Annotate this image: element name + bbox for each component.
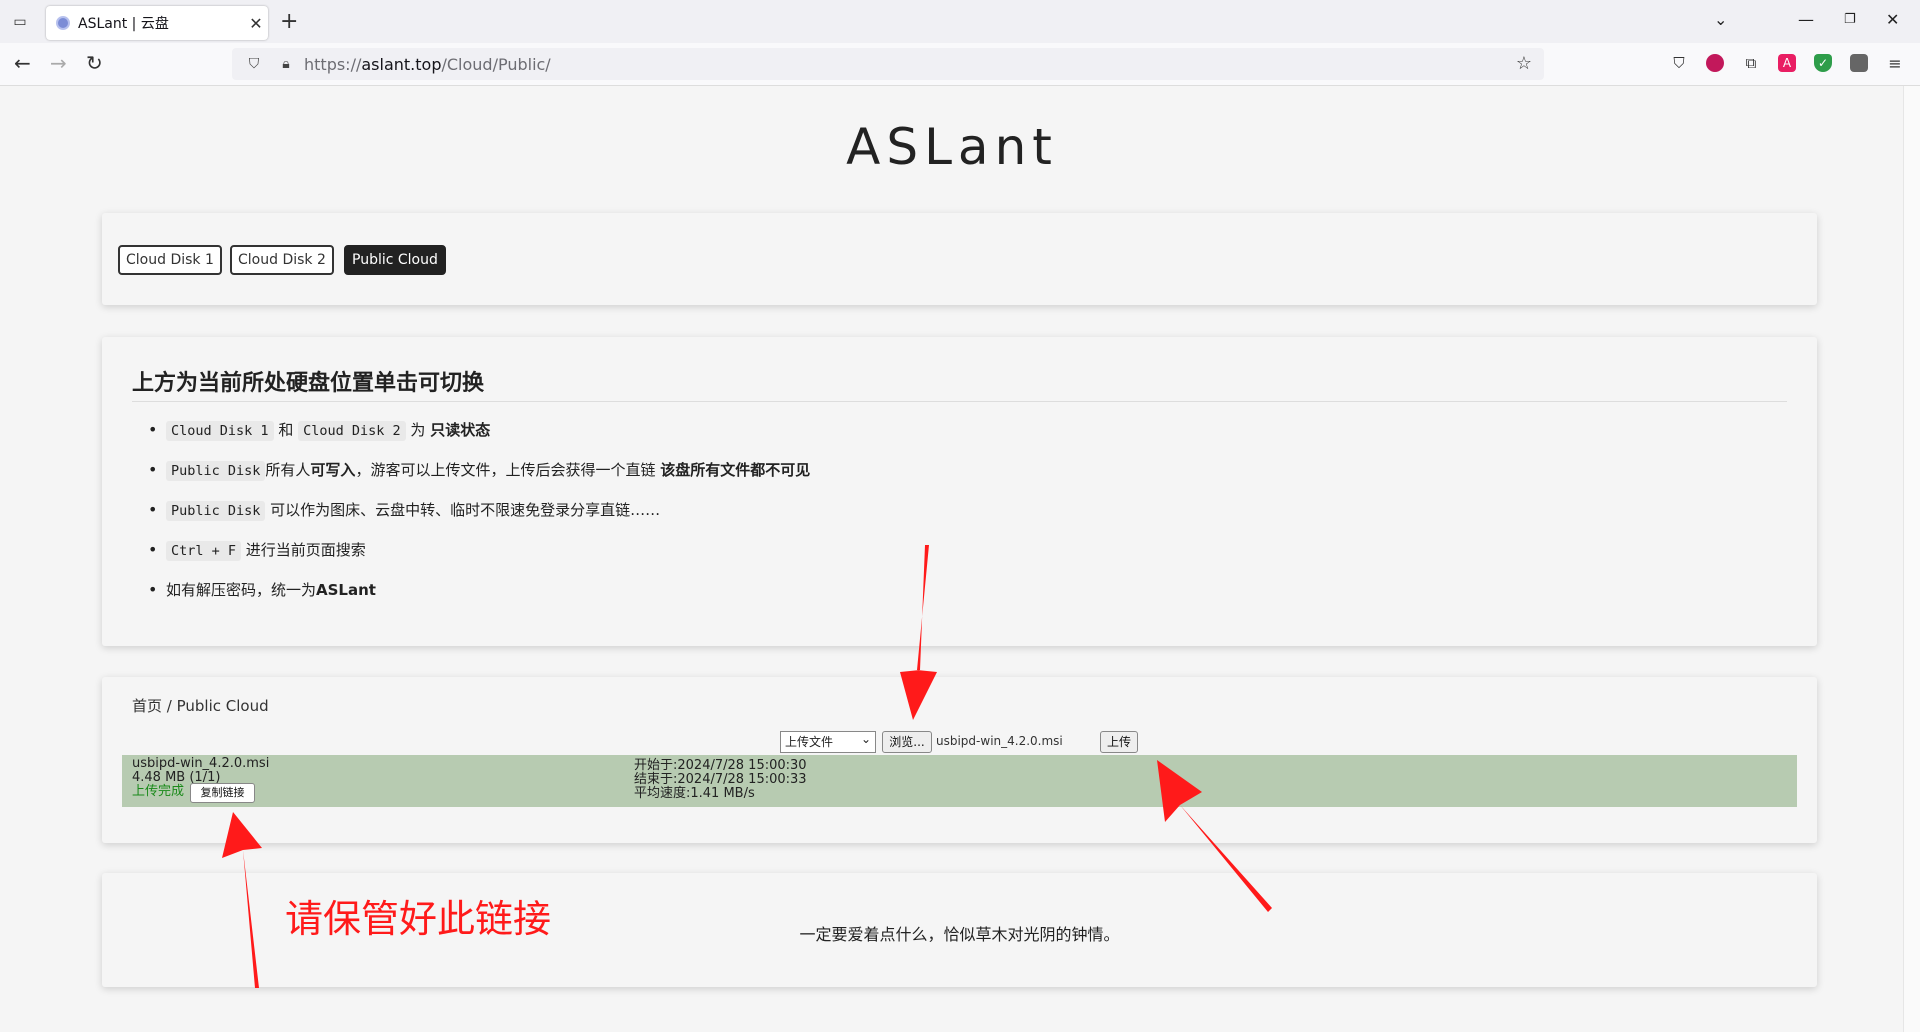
site-favicon-icon xyxy=(56,16,70,30)
tab-list-icon[interactable]: ▭ xyxy=(8,10,32,34)
close-window-icon[interactable]: ✕ xyxy=(1886,10,1899,29)
extensions-puzzle-icon[interactable]: ⧉ xyxy=(1742,54,1760,72)
breadcrumb[interactable]: 首页 / Public Cloud xyxy=(132,695,269,716)
upload-mode-select[interactable]: 上传文件 xyxy=(780,729,876,753)
selected-file-name: usbipd-win_4.2.0.msi xyxy=(936,734,1063,748)
restore-icon[interactable]: ❐ xyxy=(1844,12,1856,27)
end-time: 结束于:2024/7/28 15:00:33 xyxy=(634,772,807,787)
menu-hamburger-icon[interactable]: ≡ xyxy=(1886,54,1904,73)
site-title: ASLant xyxy=(846,118,1058,176)
list-item: 如有解压密码，统一为ASLant xyxy=(148,577,810,617)
translate-extension-icon[interactable]: A xyxy=(1778,54,1796,72)
divider xyxy=(132,401,1787,402)
tab-overflow-chevron-down-icon[interactable]: ⌄ xyxy=(1714,10,1727,29)
result-timing: 开始于:2024/7/28 15:00:30 结束于:2024/7/28 15:… xyxy=(634,759,807,801)
annotation-text: 请保管好此链接 xyxy=(285,897,552,941)
close-tab-icon[interactable]: ✕ xyxy=(244,14,268,33)
list-item: Cloud Disk 1 和 Cloud Disk 2 为 只读状态 xyxy=(148,417,810,457)
info-heading: 上方为当前所处硬盘位置单击可切换 xyxy=(132,371,485,396)
upload-button[interactable]: 上传 xyxy=(1100,731,1138,753)
container-extension-icon[interactable] xyxy=(1850,54,1868,72)
account-avatar-icon[interactable] xyxy=(1706,54,1724,72)
list-item: Public Disk所有人可写入，游客可以上传文件，上传后会获得一个直链 该盘… xyxy=(148,457,810,497)
browser-tab-bar: ▭ ASLant | 云盘 ✕ + ⌄ — ❐ ✕ xyxy=(0,0,1920,43)
result-file-name: usbipd-win_4.2.0.msi xyxy=(132,756,270,771)
public-cloud-button[interactable]: Public Cloud xyxy=(344,245,446,275)
browse-file-button[interactable]: 浏览... xyxy=(882,731,932,753)
url-text[interactable]: https://aslant.top/Cloud/Public/ xyxy=(304,55,551,74)
shield-icon[interactable]: ⛉ xyxy=(244,56,264,72)
list-item: Ctrl + F 进行当前页面搜索 xyxy=(148,537,810,577)
url-bar[interactable]: ⛉ 🔒︎ https://aslant.top/Cloud/Public/ ☆ xyxy=(232,48,1544,80)
minimize-icon[interactable]: — xyxy=(1798,10,1814,29)
status-badge: 上传完成 xyxy=(132,784,185,799)
upload-card: 首页 / Public Cloud 上传文件 浏览... usbipd-win_… xyxy=(102,677,1817,843)
lock-icon[interactable]: 🔒︎ xyxy=(276,56,296,72)
info-card: 上方为当前所处硬盘位置单击可切换 Cloud Disk 1 和 Cloud Di… xyxy=(102,337,1817,646)
info-list: Cloud Disk 1 和 Cloud Disk 2 为 只读状态 Publi… xyxy=(132,417,810,617)
back-arrow-icon[interactable]: ← xyxy=(14,51,31,75)
cloud-disk-1-button[interactable]: Cloud Disk 1 xyxy=(118,245,222,275)
new-tab-icon[interactable]: + xyxy=(280,9,298,34)
average-speed: 平均速度:1.41 MB/s xyxy=(634,786,755,801)
start-time: 开始于:2024/7/28 15:00:30 xyxy=(634,758,807,773)
disk-switcher-card: Cloud Disk 1 Cloud Disk 2 Public Cloud xyxy=(102,213,1817,305)
forward-arrow-icon[interactable]: → xyxy=(50,51,67,75)
cloud-disk-2-button[interactable]: Cloud Disk 2 xyxy=(230,245,334,275)
upload-result-row: usbipd-win_4.2.0.msi 4.48 MB (1/1) 上传完成 … xyxy=(122,755,1797,807)
tab-title: ASLant | 云盘 xyxy=(78,16,169,32)
browser-nav-bar: ← → ↻ ⛉ 🔒︎ https://aslant.top/Cloud/Publ… xyxy=(0,43,1920,86)
reload-icon[interactable]: ↻ xyxy=(86,51,103,75)
page-scrollbar[interactable] xyxy=(1903,86,1920,1032)
copy-link-button[interactable]: 复制链接 xyxy=(190,783,255,803)
adblock-shield-icon[interactable]: ✓ xyxy=(1814,54,1832,72)
list-item: Public Disk 可以作为图床、云盘中转、临时不限速免登录分享直链…… xyxy=(148,497,810,537)
pocket-icon[interactable]: ⛉ xyxy=(1670,54,1688,72)
browser-tab[interactable]: ASLant | 云盘 ✕ xyxy=(46,6,268,40)
bookmark-star-icon[interactable]: ☆ xyxy=(1516,53,1532,74)
